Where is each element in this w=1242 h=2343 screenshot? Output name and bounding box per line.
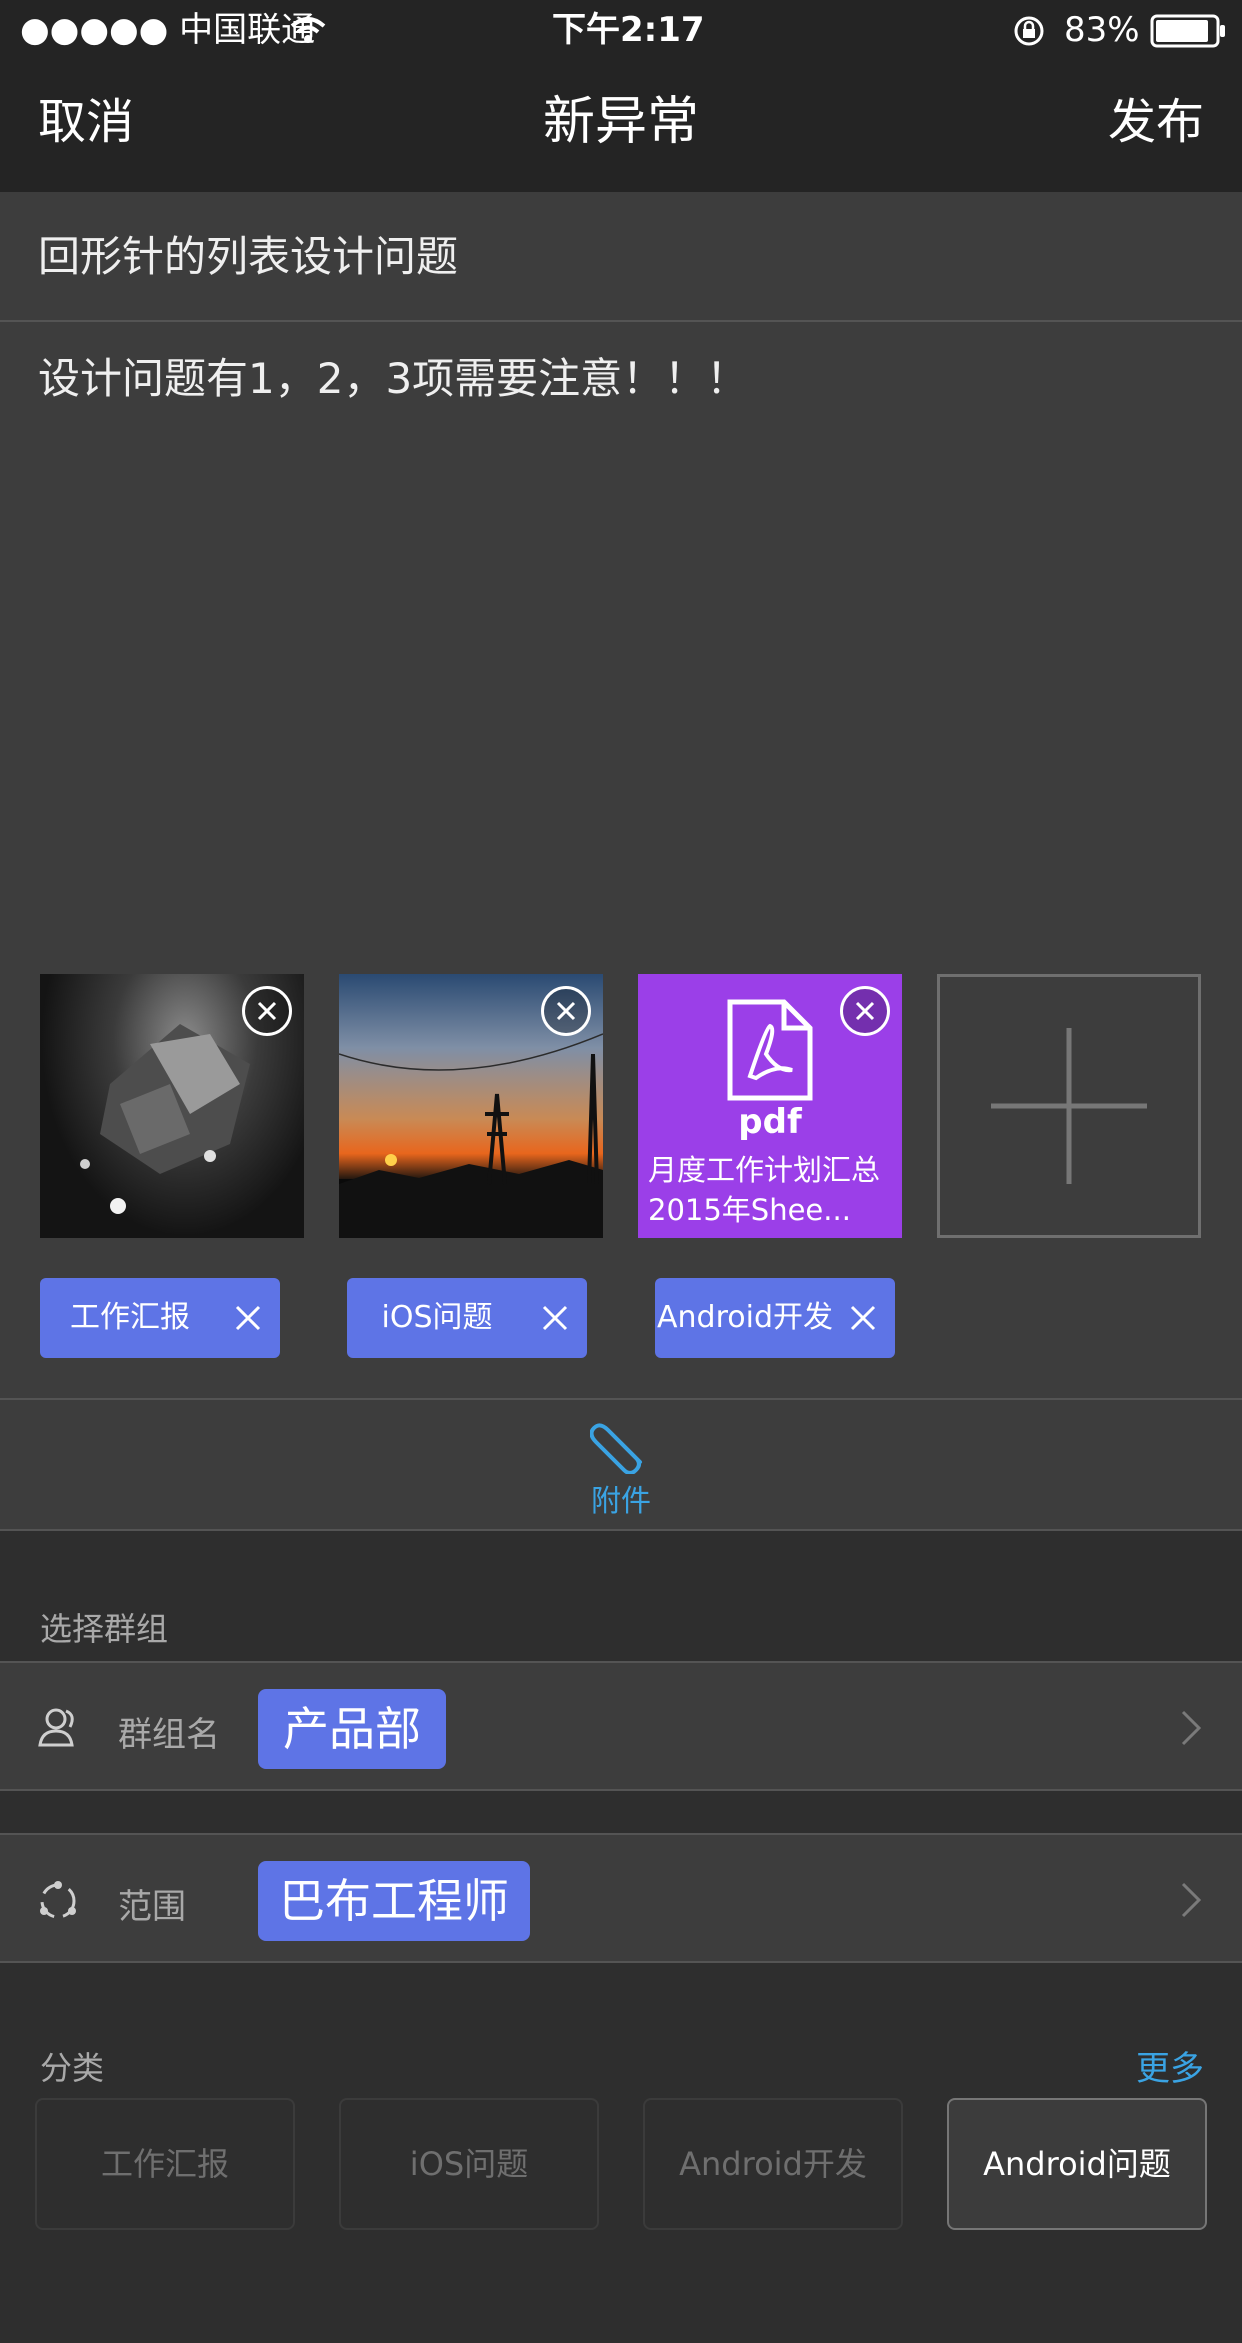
attachment-pdf[interactable]: pdf 月度工作计划汇总2015年Shee... xyxy=(638,974,902,1238)
wifi-icon xyxy=(288,14,328,50)
pdf-file-icon xyxy=(727,999,813,1101)
category-section-heading: 分类 xyxy=(40,2049,105,2087)
nav-bar: 取消 新异常 发布 xyxy=(0,60,1242,192)
battery-percent: 83% xyxy=(1064,10,1140,50)
remove-tag-icon[interactable] xyxy=(541,1304,569,1332)
chevron-right-icon xyxy=(1181,1882,1202,1918)
category-option[interactable]: 工作汇报 xyxy=(35,2098,295,2230)
group-icon xyxy=(38,1708,74,1747)
remove-attachment-button[interactable] xyxy=(541,986,591,1036)
chevron-right-icon xyxy=(1181,1710,1202,1746)
file-type-label: pdf xyxy=(738,1102,802,1142)
clock-label: 下午2:17 xyxy=(552,10,705,50)
category-option-selected[interactable]: Android问题 xyxy=(947,2098,1207,2230)
tag-label: 工作汇报 xyxy=(70,1300,190,1335)
add-attachment-button[interactable] xyxy=(937,974,1201,1238)
tag-chip[interactable]: 工作汇报 xyxy=(40,1278,280,1358)
rotation-lock-icon xyxy=(1012,14,1046,52)
paperclip-icon xyxy=(590,1423,642,1474)
category-option[interactable]: iOS问题 xyxy=(339,2098,599,2230)
title-input-value: 回形针的列表设计问题 xyxy=(38,232,459,281)
more-categories-link[interactable]: 更多 xyxy=(1136,2041,1204,2090)
publish-button[interactable]: 发布 xyxy=(1108,92,1204,152)
scope-row[interactable]: 范围 巴布工程师 xyxy=(0,1833,1242,1963)
category-option[interactable]: Android开发 xyxy=(643,2098,903,2230)
close-icon xyxy=(257,1001,277,1021)
close-icon xyxy=(855,1001,875,1021)
group-value-chip: 产品部 xyxy=(258,1689,446,1769)
group-label: 群组名 xyxy=(118,1715,220,1755)
remove-tag-icon[interactable] xyxy=(234,1304,262,1332)
tag-chip[interactable]: iOS问题 xyxy=(347,1278,587,1358)
status-bar: ●●●●● 中国联通 下午2:17 83% xyxy=(0,0,1242,60)
scope-value-chip: 巴布工程师 xyxy=(258,1861,530,1941)
title-field[interactable]: 回形针的列表设计问题 xyxy=(0,192,1242,322)
battery-icon xyxy=(1150,14,1226,52)
tag-label: iOS问题 xyxy=(381,1300,493,1335)
tag-label: Android开发 xyxy=(657,1300,833,1335)
page-title: 新异常 xyxy=(542,92,699,152)
scope-label: 范围 xyxy=(118,1887,186,1927)
plus-icon xyxy=(991,1028,1147,1184)
attachment-thumbnail[interactable] xyxy=(339,974,603,1238)
attach-label[interactable]: 附件 xyxy=(0,1476,1242,1520)
file-name-label: 月度工作计划汇总2015年Shee... xyxy=(648,1153,881,1227)
remove-tag-icon[interactable] xyxy=(849,1304,877,1332)
close-icon xyxy=(556,1001,576,1021)
group-row[interactable]: 群组名 产品部 xyxy=(0,1661,1242,1791)
attachment-thumbnail[interactable] xyxy=(40,974,304,1238)
group-section-heading: 选择群组 xyxy=(40,1610,169,1648)
carrier-label: ●●●●● 中国联通 xyxy=(20,10,316,50)
remove-attachment-button[interactable] xyxy=(840,986,890,1036)
body-textarea[interactable]: 设计问题有1，2，3项需要注意！！！ xyxy=(38,350,748,408)
tag-chip[interactable]: Android开发 xyxy=(655,1278,895,1358)
remove-attachment-button[interactable] xyxy=(242,986,292,1036)
scope-icon xyxy=(40,1881,76,1919)
